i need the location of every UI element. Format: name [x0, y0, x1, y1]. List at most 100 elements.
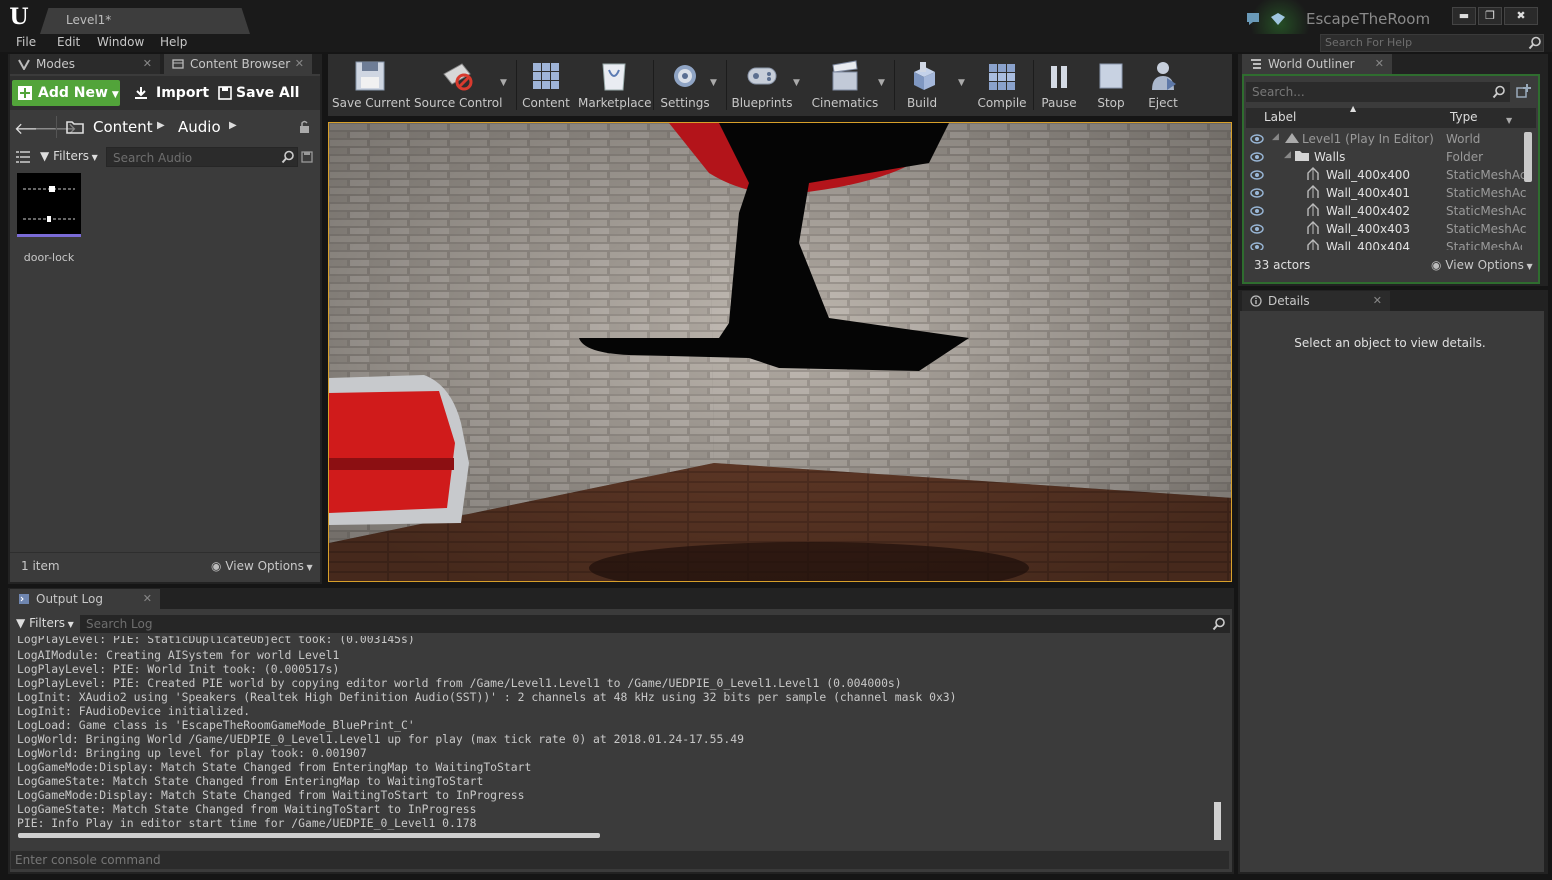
outliner-row[interactable]: Wall_400x404 StaticMeshAc — [1246, 238, 1522, 250]
sources-toggle-icon[interactable] — [16, 151, 30, 163]
toolbar-separator — [653, 60, 654, 110]
static-mesh-icon — [1307, 221, 1319, 234]
tab-details[interactable]: Details ✕ — [1242, 291, 1390, 311]
log-line: LogAIModule: Creating AISystem for world… — [17, 648, 340, 662]
chevron-down-icon[interactable]: ▼ — [710, 78, 717, 88]
outliner-row[interactable]: Wall_400x401 StaticMeshAc — [1246, 184, 1527, 202]
view-options-label: View Options — [225, 559, 304, 573]
save-current-button[interactable]: Save Current — [332, 56, 410, 114]
document-tab[interactable]: Level1* — [40, 8, 250, 34]
source-control-status-icon[interactable] — [1270, 12, 1286, 26]
marketplace-label: Marketplace — [578, 96, 652, 110]
tab-output-log[interactable]: Output Log ✕ — [10, 589, 160, 609]
log-text-area[interactable]: LogPlayLevel: PIE: StaticDuplicateObject… — [10, 636, 1220, 840]
chevron-right-icon[interactable]: ▶ — [229, 120, 237, 131]
console-command-input[interactable]: Enter console command — [10, 850, 1230, 870]
close-tab-icon[interactable]: ✕ — [143, 589, 152, 609]
pause-button[interactable]: Pause — [1036, 56, 1082, 114]
menu-help[interactable]: Help — [160, 35, 187, 49]
help-search-input[interactable]: Search For Help — [1320, 34, 1544, 52]
visibility-eye-icon[interactable] — [1250, 204, 1264, 218]
outliner-row[interactable]: Wall_400x402 StaticMeshAc — [1246, 202, 1527, 220]
log-horizontal-scrollbar[interactable] — [18, 833, 600, 838]
menu-edit[interactable]: Edit — [57, 35, 80, 49]
marketplace-button[interactable]: Marketplace — [578, 56, 652, 114]
visibility-eye-icon[interactable] — [1250, 150, 1264, 164]
asset-label[interactable]: door-lock — [17, 251, 81, 264]
content-button[interactable]: Content — [520, 56, 572, 114]
close-tab-icon[interactable]: ✕ — [1375, 54, 1384, 74]
expand-arrow-icon[interactable]: ◢ — [1272, 132, 1279, 142]
outliner-view-options-button[interactable]: ◉ View Options ▼ — [1431, 258, 1533, 272]
build-button[interactable]: Build — [898, 56, 946, 114]
static-mesh-icon — [1307, 203, 1319, 216]
content-search-input[interactable]: Search Audio — [106, 147, 298, 167]
tab-modes[interactable]: Modes ✕ — [10, 54, 160, 74]
outliner-row-label: Wall_400x404 — [1326, 240, 1411, 250]
level-viewport[interactable] — [328, 122, 1232, 582]
lock-icon[interactable] — [298, 120, 312, 134]
search-icon — [1528, 36, 1541, 50]
chevron-down-icon[interactable]: ▼ — [500, 78, 507, 88]
log-search-input[interactable]: Search Log — [80, 615, 1230, 633]
expand-arrow-icon[interactable]: ◢ — [1284, 150, 1291, 160]
tab-content-browser[interactable]: Content Browser ✕ — [164, 54, 312, 74]
stop-button[interactable]: Stop — [1088, 56, 1134, 114]
sound-wave-asset-thumbnail[interactable] — [17, 173, 81, 237]
type-column-header[interactable]: Type — [1450, 110, 1478, 124]
search-icon — [281, 150, 294, 164]
outliner-search-input[interactable]: Search... — [1246, 82, 1510, 102]
label-column-header[interactable]: Label — [1264, 110, 1296, 124]
static-mesh-icon — [1307, 239, 1319, 250]
chevron-down-icon[interactable]: ▼ — [878, 78, 885, 88]
add-new-button[interactable]: Add New ▼ — [12, 80, 120, 106]
stop-label: Stop — [1097, 96, 1125, 110]
visibility-eye-icon[interactable] — [1250, 222, 1264, 236]
menu-window[interactable]: Window — [97, 35, 144, 49]
chevron-down-icon[interactable]: ▼ — [1506, 116, 1512, 125]
chevron-down-icon[interactable]: ▼ — [793, 78, 800, 88]
log-vertical-scrollbar[interactable] — [1214, 802, 1221, 840]
close-tab-icon[interactable]: ✕ — [295, 54, 304, 74]
log-filters-button[interactable]: ▼ Filters ▼ — [16, 616, 74, 630]
chat-icon[interactable] — [1246, 12, 1260, 26]
outliner-row[interactable]: ◢ Level1 (Play In Editor) World — [1246, 130, 1522, 148]
chevron-right-icon[interactable]: ▶ — [157, 120, 165, 131]
blueprints-button[interactable]: Blueprints — [730, 56, 794, 114]
visibility-eye-icon[interactable] — [1250, 186, 1264, 200]
outliner-scrollbar[interactable] — [1524, 132, 1532, 182]
project-name: EscapeTheRoom — [1306, 10, 1431, 28]
visibility-eye-icon[interactable] — [1250, 240, 1264, 250]
settings-button[interactable]: Settings — [656, 56, 714, 114]
breadcrumb-content[interactable]: Content — [93, 118, 153, 136]
menu-file[interactable]: File — [16, 35, 36, 49]
save-all-button[interactable]: Save All — [214, 80, 314, 106]
chevron-down-icon[interactable]: ▼ — [958, 78, 965, 88]
filters-button[interactable]: ▼ Filters ▼ — [40, 149, 98, 163]
content-icon — [533, 63, 559, 89]
add-actor-icon[interactable] — [1516, 84, 1532, 100]
tab-world-outliner[interactable]: World Outliner ✕ — [1242, 54, 1392, 74]
marketplace-icon — [602, 63, 626, 91]
blueprints-label: Blueprints — [731, 96, 793, 110]
close-tab-icon[interactable]: ✕ — [143, 54, 152, 74]
minimize-button[interactable]: ▬ — [1452, 7, 1476, 25]
import-button[interactable]: Import — [130, 80, 210, 106]
close-window-button[interactable]: ✖ — [1504, 7, 1538, 25]
cinematics-button[interactable]: Cinematics — [810, 56, 880, 114]
close-tab-icon[interactable]: ✕ — [1373, 291, 1382, 311]
outliner-row[interactable]: ◢ Walls Folder — [1246, 148, 1522, 166]
compile-button[interactable]: Compile — [974, 56, 1030, 114]
add-new-label: Add New — [38, 85, 108, 101]
visibility-eye-icon[interactable] — [1250, 168, 1264, 182]
maximize-button[interactable]: ❐ — [1478, 7, 1502, 25]
outliner-row[interactable]: Wall_400x403 StaticMeshAc — [1246, 220, 1527, 238]
eject-button[interactable]: Eject — [1140, 56, 1186, 114]
source-control-button[interactable]: Source Control — [414, 56, 502, 114]
visibility-eye-icon[interactable] — [1250, 132, 1264, 146]
save-search-icon[interactable] — [301, 151, 313, 163]
view-options-button[interactable]: ◉ View Options ▼ — [211, 559, 313, 573]
output-log-icon — [19, 594, 29, 604]
outliner-row[interactable]: Wall_400x400 StaticMeshAc — [1246, 166, 1527, 184]
breadcrumb-audio[interactable]: Audio — [178, 118, 221, 136]
